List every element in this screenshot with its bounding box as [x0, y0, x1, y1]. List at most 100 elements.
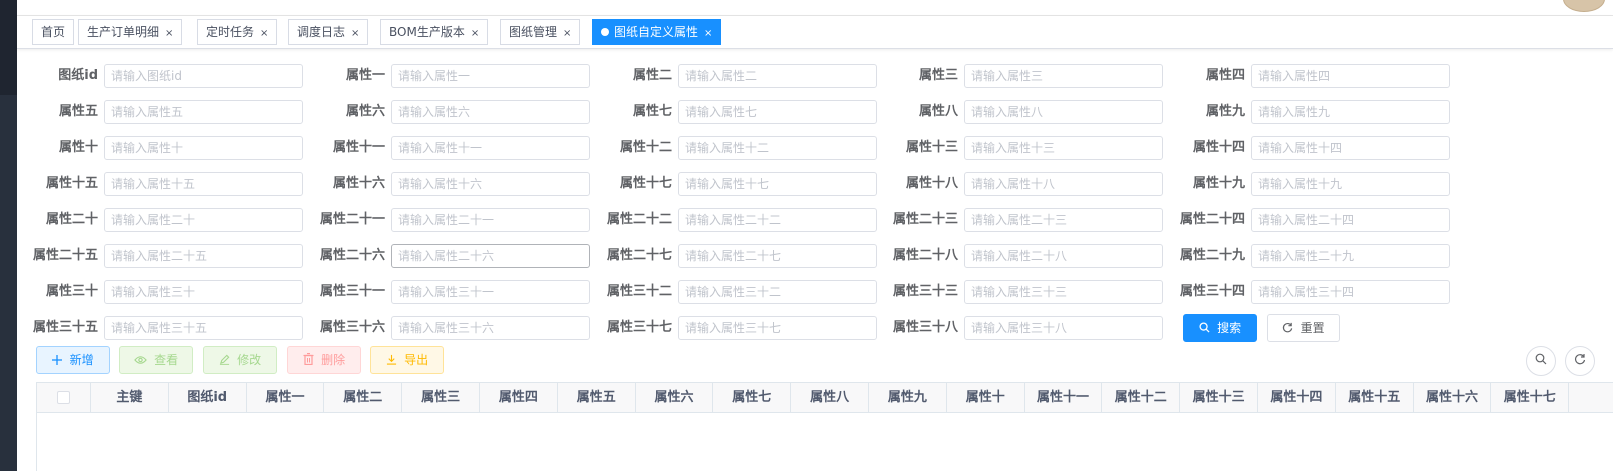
edit-button[interactable]: 修改: [203, 346, 277, 374]
table-header-cell[interactable]: 属性十一: [1025, 383, 1103, 413]
field-label: 属性十六: [332, 176, 385, 191]
field-input[interactable]: [1251, 244, 1450, 268]
export-button[interactable]: 导出: [370, 346, 444, 374]
field-input[interactable]: [104, 136, 303, 160]
delete-icon: [303, 353, 317, 367]
field-input[interactable]: [964, 244, 1163, 268]
tab-item[interactable]: 首页: [32, 19, 75, 45]
close-icon[interactable]: ×: [165, 28, 173, 39]
field-input[interactable]: [678, 172, 877, 196]
table-header-cell[interactable]: 属性一: [247, 383, 325, 413]
table-header-cell[interactable]: 属性九: [869, 383, 947, 413]
table-header-cell[interactable]: 属性十七: [1491, 383, 1570, 413]
user-avatar[interactable]: [1563, 0, 1605, 12]
field-input[interactable]: [964, 208, 1163, 232]
field-label: 属性三十八: [892, 320, 958, 335]
field-input[interactable]: [678, 316, 877, 340]
field-label: 属性二十四: [1179, 212, 1245, 227]
field-input[interactable]: [678, 280, 877, 304]
field-input[interactable]: [678, 100, 877, 124]
field-label: 属性二十一: [319, 212, 385, 227]
field-input[interactable]: [964, 316, 1163, 340]
table-header-cell[interactable]: 属性十二: [1102, 383, 1181, 413]
reset-button-label: 重置: [1300, 321, 1325, 335]
field-input[interactable]: [1251, 100, 1450, 124]
field-input[interactable]: [1251, 208, 1450, 232]
tab-item[interactable]: 图纸管理 ×: [500, 19, 581, 45]
close-icon[interactable]: ×: [351, 28, 359, 39]
field-input[interactable]: [678, 208, 877, 232]
field-input[interactable]: [391, 208, 590, 232]
field-input[interactable]: [678, 136, 877, 160]
view-button[interactable]: 查看: [119, 346, 193, 374]
field-input[interactable]: [1251, 136, 1450, 160]
field-input[interactable]: [104, 208, 303, 232]
field-input[interactable]: [1251, 64, 1450, 88]
table-header-cell[interactable]: 属性七: [713, 383, 792, 413]
table-header-cell[interactable]: 属性十五: [1336, 383, 1414, 413]
close-icon[interactable]: ×: [471, 28, 479, 39]
sidebar: [0, 0, 17, 471]
field-label: 属性八: [918, 104, 958, 119]
table-header-cell[interactable]: 属性八: [791, 383, 869, 413]
field-input[interactable]: [104, 244, 303, 268]
close-icon[interactable]: ×: [704, 28, 712, 39]
field-label: 属性三十七: [606, 320, 672, 335]
field-input[interactable]: [964, 100, 1163, 124]
field-input[interactable]: [104, 100, 303, 124]
field-input[interactable]: [391, 100, 590, 124]
delete-button[interactable]: 删除: [287, 346, 361, 374]
delete-button-label: 删除: [321, 353, 346, 367]
tab-item[interactable]: 生产订单明细 ×: [78, 19, 183, 45]
table-header: 主键 图纸id 属性一 属性二 属性三 属性四 属性五 属性六 属性七 属性八 属性九 属性十 属性十一…: [37, 383, 1613, 413]
field-label: 属性三十五: [32, 320, 98, 335]
search-button[interactable]: 搜索: [1183, 314, 1257, 342]
add-button[interactable]: 新增: [36, 346, 110, 374]
table-header-cell[interactable]: 属性十: [947, 383, 1025, 413]
field-input[interactable]: [104, 172, 303, 196]
tab-item[interactable]: 定时任务 ×: [197, 19, 278, 45]
field-label: 属性十一: [332, 140, 385, 155]
field-input[interactable]: [964, 136, 1163, 160]
field-input[interactable]: [104, 64, 303, 88]
close-icon[interactable]: ×: [563, 28, 571, 39]
field-input[interactable]: [391, 244, 590, 268]
table-header-cell[interactable]: 属性四: [480, 383, 558, 413]
field-input[interactable]: [391, 64, 590, 88]
table-header-cell[interactable]: 属性十四: [1258, 383, 1336, 413]
field-label: 属性七: [632, 104, 672, 119]
field-input[interactable]: [678, 64, 877, 88]
tab-item[interactable]: BOM生产版本 ×: [380, 19, 489, 45]
field-input[interactable]: [678, 244, 877, 268]
field-input[interactable]: [964, 172, 1163, 196]
table-header-cell[interactable]: 图纸id: [169, 383, 247, 413]
table-header-cell[interactable]: 属性六: [636, 383, 714, 413]
close-icon[interactable]: ×: [260, 28, 268, 39]
table-header-cell[interactable]: 属性十六: [1414, 383, 1492, 413]
field-input[interactable]: [391, 316, 590, 340]
field-input[interactable]: [964, 64, 1163, 88]
field-input[interactable]: [1251, 280, 1450, 304]
plus-icon: [52, 353, 65, 367]
field-label: 属性十: [58, 140, 98, 155]
field-input[interactable]: [391, 280, 590, 304]
field-input[interactable]: [104, 316, 303, 340]
tab-item[interactable]: 图纸自定义属性 ×: [592, 19, 722, 45]
field-input[interactable]: [964, 280, 1163, 304]
table-header-cell[interactable]: 属性三: [402, 383, 480, 413]
table-header-cell[interactable]: 属性十三: [1180, 383, 1258, 413]
select-all-checkbox[interactable]: [57, 391, 70, 404]
reset-button[interactable]: 重置: [1267, 314, 1340, 342]
tab-label: 调度日志: [297, 25, 346, 39]
field-input[interactable]: [1251, 172, 1450, 196]
field-input[interactable]: [104, 280, 303, 304]
refresh-table-button[interactable]: [1565, 346, 1595, 376]
field-label: 属性十三: [905, 140, 958, 155]
field-input[interactable]: [391, 172, 590, 196]
table-header-cell[interactable]: 主键: [91, 383, 169, 413]
table-header-cell[interactable]: 属性二: [324, 383, 403, 413]
field-input[interactable]: [391, 136, 590, 160]
tab-item[interactable]: 调度日志 ×: [288, 19, 369, 45]
table-header-cell[interactable]: 属性五: [558, 383, 636, 413]
toggle-search-button[interactable]: [1526, 346, 1556, 376]
